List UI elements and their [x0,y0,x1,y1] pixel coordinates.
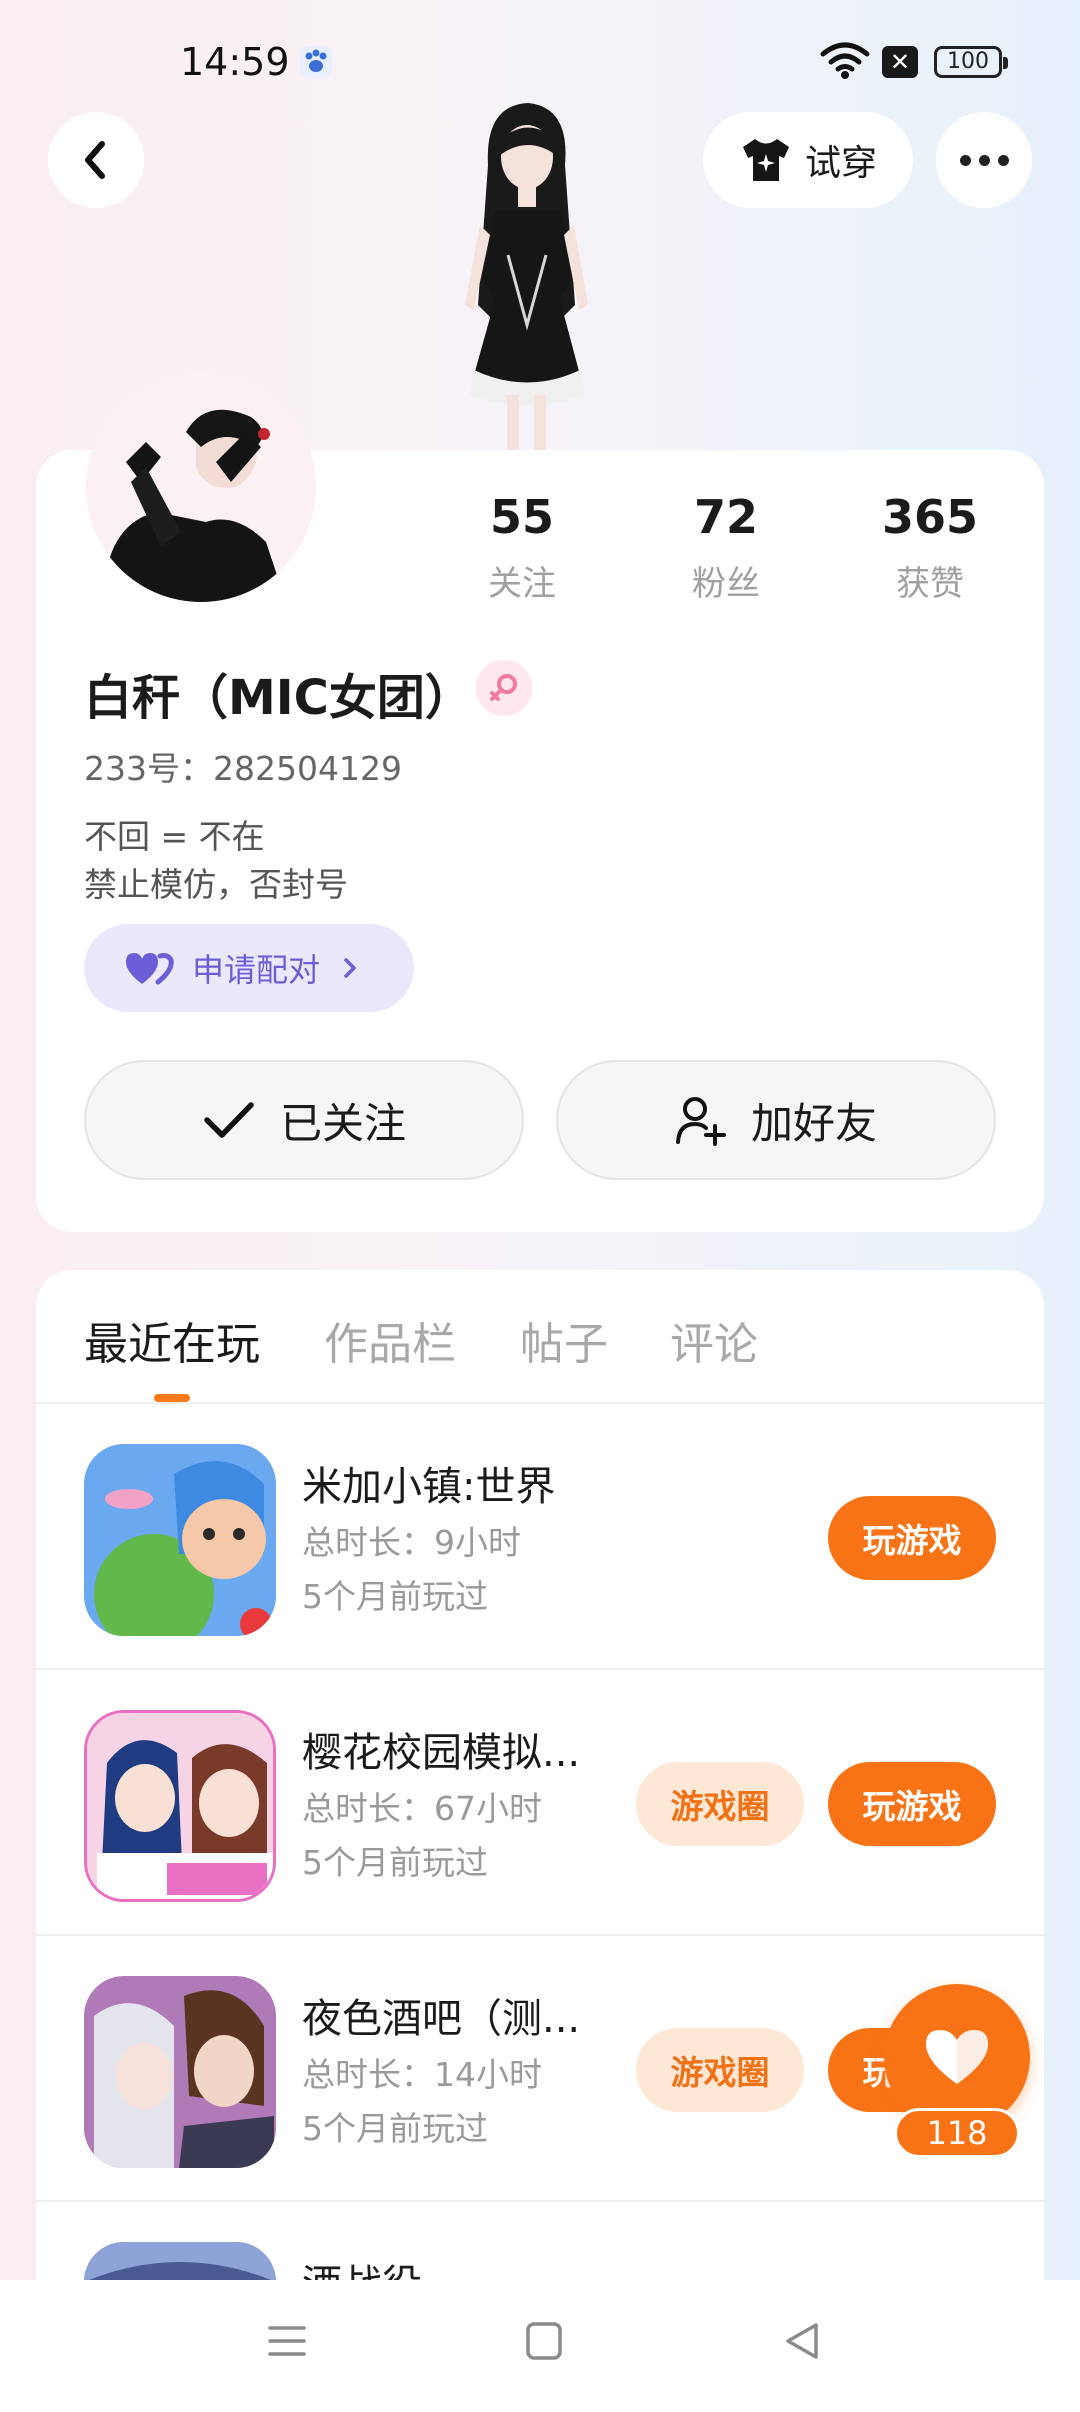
play-game-button[interactable]: 玩游戏 [828,1762,996,1846]
female-gender-icon [476,660,532,716]
game-name: 樱花校园模拟... [302,1730,581,1776]
followers-stat[interactable]: 72 粉丝 [636,490,816,605]
back-triangle-icon[interactable] [782,2320,822,2362]
likes-count: 365 [881,490,979,544]
followers-label: 粉丝 [692,564,760,604]
following-label: 关注 [488,564,556,604]
tab-posts[interactable]: 帖子 [520,1308,608,1372]
bio-line: 禁止模仿，否封号 [84,865,348,904]
followers-count: 72 [693,490,758,544]
add-user-icon [675,1097,726,1146]
game-duration: 总时长：9小时 [302,1523,521,1562]
paw-icon [300,46,332,78]
add-friend-button[interactable]: 加好友 [556,1060,996,1180]
battery-level: 100 [947,49,989,74]
tshirt-icon [742,139,789,181]
request-pair-button[interactable]: 申请配对 [84,924,414,1012]
chevron-right-icon [344,958,356,978]
heart-icon [926,2030,988,2084]
system-navigation-bar [0,2280,1080,2412]
home-icon[interactable] [524,2320,564,2362]
followed-label: 已关注 [279,1098,406,1148]
game-name: 夜色酒吧（测... [302,1996,581,2042]
checkmark-icon [204,1102,254,1138]
dot-icon [959,154,971,166]
tab-recently-played[interactable]: 最近在玩 [84,1308,260,1372]
list-item[interactable]: 樱花校园模拟... 总时长：67小时 5个月前玩过 游戏圈 玩游戏 [36,1670,1044,1936]
game-circle-button[interactable]: 游戏圈 [636,2028,804,2112]
more-options-button[interactable] [936,112,1032,208]
game-last-played: 5个月前玩过 [302,1577,488,1616]
dot-icon [997,154,1009,166]
menu-icon[interactable] [266,2320,308,2362]
like-count-badge: 118 [894,2108,1020,2158]
status-time: 14:59 [180,40,290,84]
add-friend-label: 加好友 [750,1098,877,1148]
try-on-label: 试穿 [804,143,877,184]
following-count: 55 [489,490,554,544]
likes-stat[interactable]: 365 获赞 [840,490,1020,605]
game-icon [84,1444,276,1636]
list-item[interactable]: 米加小镇:世界 总时长：9小时 5个月前玩过 玩游戏 [36,1404,1044,1670]
bio-line: 不回 = 不在 [84,817,265,856]
battery-icon: 100 [934,46,1008,78]
username: 白秆（MIC女团） [84,670,473,726]
user-id: 233号：282504129 [84,749,402,788]
games-list-card: 最近在玩 作品栏 帖子 评论 米加小镇:世界 总时长：9小时 5个月前玩过 玩游… [36,1270,1044,2280]
game-icon [84,1976,276,2168]
avatar[interactable] [86,372,316,602]
game-last-played: 5个月前玩过 [302,2109,488,2148]
chevron-left-icon [85,141,105,179]
likes-label: 获赞 [896,564,964,604]
game-last-played: 5个月前玩过 [302,1843,488,1882]
game-icon [84,1710,276,1902]
back-button[interactable] [48,112,144,208]
game-icon [84,2242,276,2280]
avatar-character-figure [465,103,588,450]
game-circle-button[interactable]: 游戏圈 [636,1762,804,1846]
game-name: 酒战役 [302,2252,422,2280]
request-pair-label: 申请配对 [192,951,321,989]
profile-tabs: 最近在玩 作品栏 帖子 评论 [36,1270,1044,1404]
list-item[interactable]: 酒战役 [36,2202,1044,2280]
notification-x-icon: ✕ [882,46,918,78]
tab-works[interactable]: 作品栏 [324,1308,456,1372]
wifi-icon [820,42,870,79]
avatar-image [86,372,316,602]
game-name: 米加小镇:世界 [302,1464,556,1510]
try-on-button[interactable]: 试穿 [703,112,913,208]
followed-button[interactable]: 已关注 [84,1060,524,1180]
active-tab-indicator [154,1394,190,1402]
game-duration: 总时长：14小时 [302,2055,542,2094]
hearts-icon [126,953,174,985]
play-game-button[interactable]: 玩游戏 [828,1496,996,1580]
game-duration: 总时长：67小时 [302,1789,542,1828]
dot-icon [978,154,990,166]
following-stat[interactable]: 55 关注 [432,490,612,605]
tab-comments[interactable]: 评论 [670,1308,758,1372]
